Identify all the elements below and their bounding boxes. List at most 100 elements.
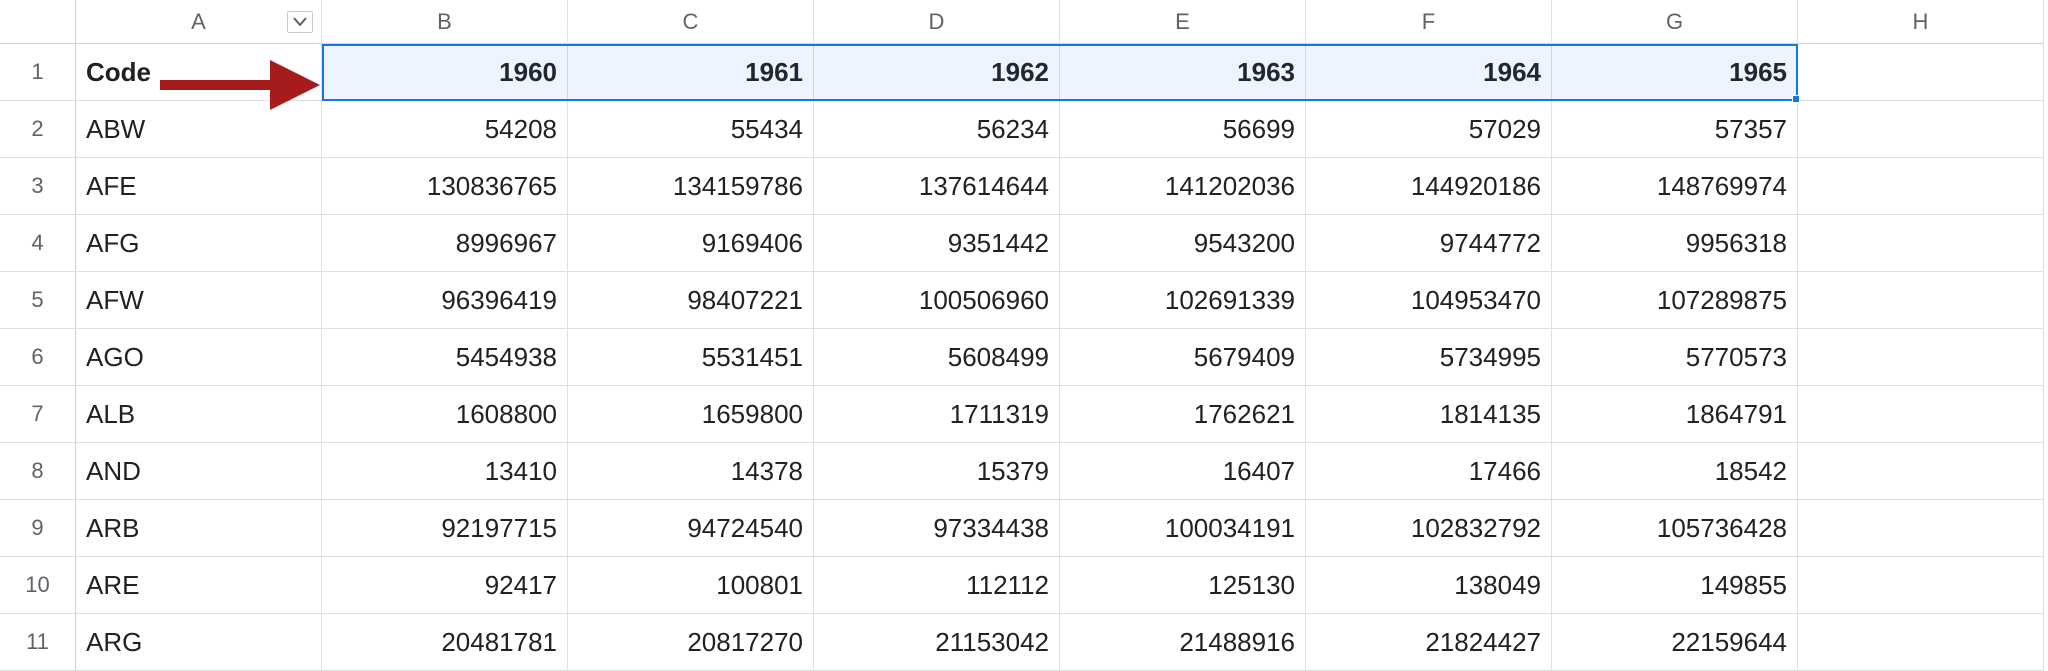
cell-f6[interactable]: 5734995	[1306, 329, 1552, 386]
cell-f10[interactable]: 138049	[1306, 557, 1552, 614]
cell-f11[interactable]: 21824427	[1306, 614, 1552, 671]
cell-b5[interactable]: 96396419	[322, 272, 568, 329]
cell-h4[interactable]	[1798, 215, 2044, 272]
cell-b10[interactable]: 92417	[322, 557, 568, 614]
cell-b11[interactable]: 20481781	[322, 614, 568, 671]
column-header-b[interactable]: B	[322, 0, 568, 44]
cell-a3[interactable]: AFE	[76, 158, 322, 215]
cell-h6[interactable]	[1798, 329, 2044, 386]
cell-a9[interactable]: ARB	[76, 500, 322, 557]
row-header-11[interactable]: 11	[0, 614, 76, 671]
cell-e10[interactable]: 125130	[1060, 557, 1306, 614]
cell-a11[interactable]: ARG	[76, 614, 322, 671]
cell-c8[interactable]: 14378	[568, 443, 814, 500]
cell-h1[interactable]	[1798, 44, 2044, 101]
cell-e5[interactable]: 102691339	[1060, 272, 1306, 329]
cell-e3[interactable]: 141202036	[1060, 158, 1306, 215]
row-header-7[interactable]: 7	[0, 386, 76, 443]
cell-b2[interactable]: 54208	[322, 101, 568, 158]
cell-g3[interactable]: 148769974	[1552, 158, 1798, 215]
cell-d10[interactable]: 112112	[814, 557, 1060, 614]
cell-a1[interactable]: Code	[76, 44, 322, 101]
cell-f5[interactable]: 104953470	[1306, 272, 1552, 329]
cell-g10[interactable]: 149855	[1552, 557, 1798, 614]
cell-h11[interactable]	[1798, 614, 2044, 671]
filter-dropdown-icon[interactable]	[287, 11, 313, 33]
cell-e7[interactable]: 1762621	[1060, 386, 1306, 443]
cell-c7[interactable]: 1659800	[568, 386, 814, 443]
cell-g5[interactable]: 107289875	[1552, 272, 1798, 329]
cell-g2[interactable]: 57357	[1552, 101, 1798, 158]
cell-h9[interactable]	[1798, 500, 2044, 557]
cell-e1[interactable]: 1963	[1060, 44, 1306, 101]
cell-d6[interactable]: 5608499	[814, 329, 1060, 386]
cell-b3[interactable]: 130836765	[322, 158, 568, 215]
column-header-f[interactable]: F	[1306, 0, 1552, 44]
column-header-g[interactable]: G	[1552, 0, 1798, 44]
cell-e4[interactable]: 9543200	[1060, 215, 1306, 272]
cell-h10[interactable]	[1798, 557, 2044, 614]
cell-f9[interactable]: 102832792	[1306, 500, 1552, 557]
cell-e8[interactable]: 16407	[1060, 443, 1306, 500]
cell-c2[interactable]: 55434	[568, 101, 814, 158]
cell-f4[interactable]: 9744772	[1306, 215, 1552, 272]
column-header-a[interactable]: A	[76, 0, 322, 44]
cell-b8[interactable]: 13410	[322, 443, 568, 500]
cell-e9[interactable]: 100034191	[1060, 500, 1306, 557]
cell-b9[interactable]: 92197715	[322, 500, 568, 557]
cell-c11[interactable]: 20817270	[568, 614, 814, 671]
cell-f3[interactable]: 144920186	[1306, 158, 1552, 215]
cell-f1[interactable]: 1964	[1306, 44, 1552, 101]
row-header-6[interactable]: 6	[0, 329, 76, 386]
column-header-d[interactable]: D	[814, 0, 1060, 44]
cell-c9[interactable]: 94724540	[568, 500, 814, 557]
row-header-4[interactable]: 4	[0, 215, 76, 272]
cell-d5[interactable]: 100506960	[814, 272, 1060, 329]
row-header-8[interactable]: 8	[0, 443, 76, 500]
cell-d11[interactable]: 21153042	[814, 614, 1060, 671]
cell-a6[interactable]: AGO	[76, 329, 322, 386]
cell-b1[interactable]: 1960	[322, 44, 568, 101]
cell-a4[interactable]: AFG	[76, 215, 322, 272]
column-header-h[interactable]: H	[1798, 0, 2044, 44]
cell-c6[interactable]: 5531451	[568, 329, 814, 386]
cell-c5[interactable]: 98407221	[568, 272, 814, 329]
cell-c4[interactable]: 9169406	[568, 215, 814, 272]
cell-b4[interactable]: 8996967	[322, 215, 568, 272]
cell-a8[interactable]: AND	[76, 443, 322, 500]
cell-h8[interactable]	[1798, 443, 2044, 500]
cell-b7[interactable]: 1608800	[322, 386, 568, 443]
cell-d3[interactable]: 137614644	[814, 158, 1060, 215]
cell-g8[interactable]: 18542	[1552, 443, 1798, 500]
column-header-e[interactable]: E	[1060, 0, 1306, 44]
cell-a5[interactable]: AFW	[76, 272, 322, 329]
cell-g6[interactable]: 5770573	[1552, 329, 1798, 386]
cell-c10[interactable]: 100801	[568, 557, 814, 614]
cell-h3[interactable]	[1798, 158, 2044, 215]
cell-d7[interactable]: 1711319	[814, 386, 1060, 443]
cell-b6[interactable]: 5454938	[322, 329, 568, 386]
cell-c1[interactable]: 1961	[568, 44, 814, 101]
cell-d8[interactable]: 15379	[814, 443, 1060, 500]
row-header-9[interactable]: 9	[0, 500, 76, 557]
cell-g9[interactable]: 105736428	[1552, 500, 1798, 557]
cell-g1[interactable]: 1965	[1552, 44, 1798, 101]
cell-e11[interactable]: 21488916	[1060, 614, 1306, 671]
row-header-5[interactable]: 5	[0, 272, 76, 329]
cell-d9[interactable]: 97334438	[814, 500, 1060, 557]
row-header-3[interactable]: 3	[0, 158, 76, 215]
row-header-2[interactable]: 2	[0, 101, 76, 158]
cell-f8[interactable]: 17466	[1306, 443, 1552, 500]
cell-d1[interactable]: 1962	[814, 44, 1060, 101]
cell-f7[interactable]: 1814135	[1306, 386, 1552, 443]
cell-h5[interactable]	[1798, 272, 2044, 329]
cell-c3[interactable]: 134159786	[568, 158, 814, 215]
cell-a2[interactable]: ABW	[76, 101, 322, 158]
cell-g7[interactable]: 1864791	[1552, 386, 1798, 443]
corner-cell[interactable]	[0, 0, 76, 44]
cell-a7[interactable]: ALB	[76, 386, 322, 443]
row-header-1[interactable]: 1	[0, 44, 76, 101]
cell-h7[interactable]	[1798, 386, 2044, 443]
cell-g11[interactable]: 22159644	[1552, 614, 1798, 671]
cell-d4[interactable]: 9351442	[814, 215, 1060, 272]
